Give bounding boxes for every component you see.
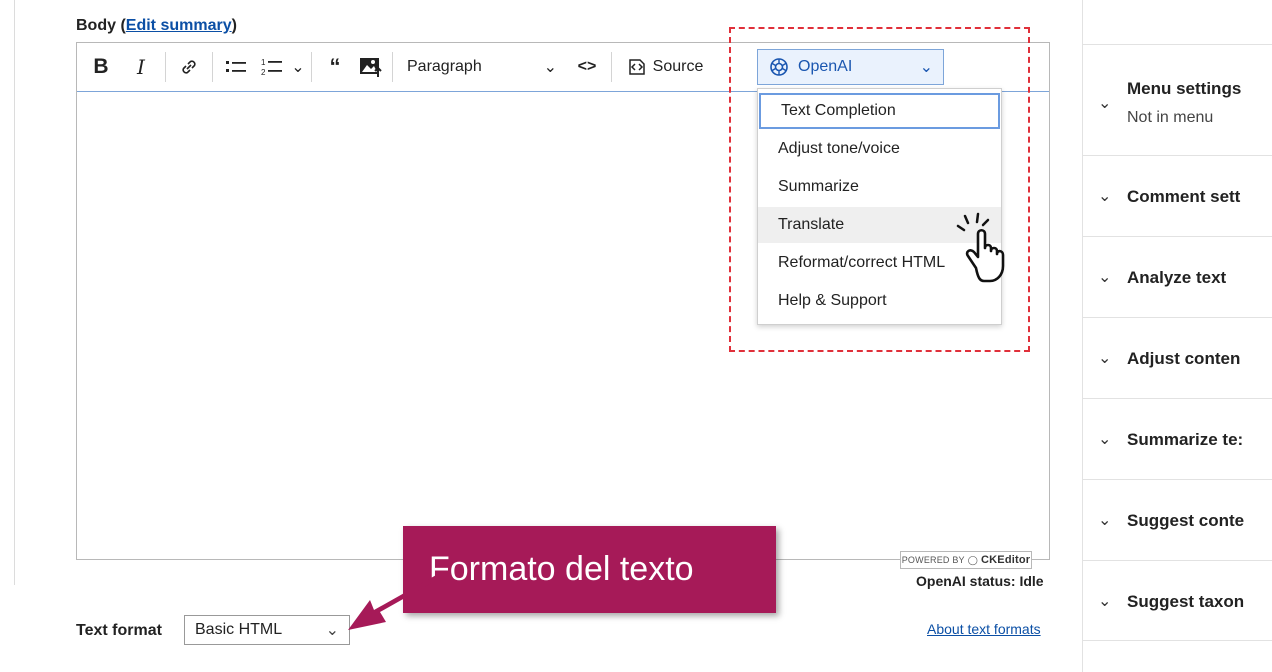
bulleted-list-button[interactable] <box>217 49 255 85</box>
body-field-label: Body (Edit summary) <box>76 17 237 34</box>
chevron-down-icon: ⌄ <box>1098 593 1112 610</box>
svg-text:1: 1 <box>261 58 266 67</box>
chevron-down-icon: ⌄ <box>1098 95 1112 112</box>
chevron-down-icon: ⌄ <box>1098 350 1112 367</box>
sidebar-item-summarize-text[interactable]: ⌄ Summarize te: <box>1082 398 1272 479</box>
sidebar-item-suggest-taxonomy[interactable]: ⌄ Suggest taxon <box>1082 560 1272 641</box>
text-format-label: Text format <box>76 622 162 639</box>
callout-arrow <box>348 574 444 630</box>
toolbar-separator <box>212 52 213 82</box>
left-divider <box>14 0 15 585</box>
toolbar-separator <box>165 52 166 82</box>
numbered-list-icon: 1 2 <box>261 58 282 77</box>
ckeditor-logo-icon: ◯ <box>967 554 979 565</box>
sidebar-item-comment-settings[interactable]: ⌄ Comment sett <box>1082 155 1272 236</box>
sidebar-item-adjust-content[interactable]: ⌄ Adjust conten <box>1082 317 1272 398</box>
toolbar-separator <box>611 52 612 82</box>
sidebar-item-suggest-content[interactable]: ⌄ Suggest conte <box>1082 479 1272 560</box>
sidebar-item-menu-settings[interactable]: ⌄ Menu settings Not in menu <box>1082 44 1272 155</box>
insert-image-button[interactable] <box>354 49 388 85</box>
code-button[interactable]: <> <box>567 49 607 85</box>
toolbar-separator <box>311 52 312 82</box>
bulleted-list-icon <box>226 61 246 72</box>
ckeditor-powered-by-badge[interactable]: POWERED BY ◯ CKEditor <box>900 551 1032 569</box>
text-format-select[interactable]: Basic HTML ⌄ <box>184 615 350 645</box>
chevron-down-icon: ⌄ <box>291 59 305 76</box>
chevron-down-icon: ⌄ <box>1098 512 1112 529</box>
heading-dropdown[interactable]: Paragraph ⌄ <box>397 49 567 85</box>
svg-text:2: 2 <box>261 68 266 77</box>
quote-icon: “ <box>329 54 341 79</box>
source-icon <box>628 59 645 75</box>
hand-pointer-icon <box>956 212 1005 283</box>
link-button[interactable] <box>170 49 208 85</box>
edit-summary-link[interactable]: Edit summary <box>126 17 232 34</box>
image-upload-icon <box>360 58 382 77</box>
numbered-list-dropdown[interactable]: ⌄ <box>289 49 307 85</box>
link-icon <box>182 60 196 74</box>
numbered-list-button[interactable]: 1 2 <box>255 49 289 85</box>
chevron-down-icon: ⌄ <box>1098 188 1112 205</box>
blockquote-button[interactable]: “ <box>316 49 354 85</box>
chevron-down-icon: ⌄ <box>543 59 557 76</box>
source-button[interactable]: Source <box>616 49 712 85</box>
toolbar-separator <box>392 52 393 82</box>
chevron-down-icon: ⌄ <box>1098 431 1112 448</box>
chevron-down-icon: ⌄ <box>1098 269 1112 286</box>
callout-label: Formato del texto <box>403 526 776 613</box>
openai-status-text: OpenAI status: Idle <box>916 573 1044 589</box>
sidebar-item-analyze-text[interactable]: ⌄ Analyze text <box>1082 236 1272 317</box>
highlight-dashed-box <box>729 27 1030 352</box>
bold-button[interactable]: B <box>81 49 121 85</box>
italic-button[interactable]: I <box>121 49 161 85</box>
chevron-down-icon: ⌄ <box>325 622 339 639</box>
about-text-formats-link[interactable]: About text formats <box>927 621 1041 637</box>
